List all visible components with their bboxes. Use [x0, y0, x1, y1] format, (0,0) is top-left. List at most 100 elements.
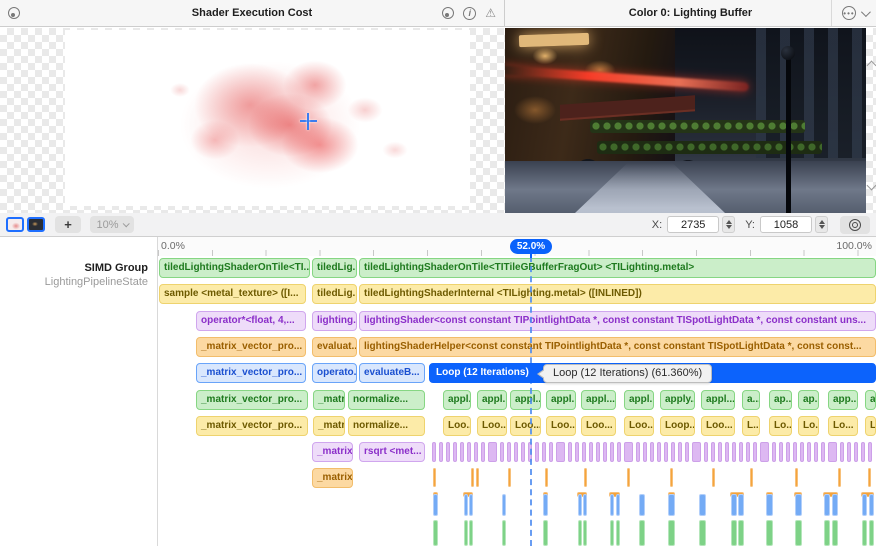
flame-segment[interactable]: L... — [865, 416, 876, 436]
scroll-down-icon[interactable] — [867, 181, 876, 191]
flame-segment[interactable]: appl... — [477, 390, 507, 410]
pipeline-state-name[interactable]: LightingPipelineState — [45, 276, 148, 288]
flame-segment[interactable]: Loo... — [477, 416, 507, 436]
flame-tick — [460, 442, 464, 462]
y-coordinate-field[interactable]: 1058 — [760, 216, 812, 233]
flame-segment[interactable]: _matrix... — [312, 468, 353, 488]
flame-tick — [535, 442, 539, 462]
flame-tick — [795, 494, 802, 516]
add-attachment-button[interactable]: + — [55, 216, 81, 233]
flame-tick — [732, 442, 736, 462]
more-options-icon[interactable]: ••• — [842, 6, 856, 20]
flame-segment[interactable]: normalize... — [348, 390, 425, 410]
flame-segment[interactable]: Lo... — [769, 416, 792, 436]
flame-segment[interactable]: _matrix... — [313, 416, 345, 436]
flame-segment[interactable]: operator*<float, 4,... — [196, 311, 306, 331]
flame-tick — [718, 442, 722, 462]
flame-segment[interactable]: L... — [742, 416, 760, 436]
flame-tick — [617, 442, 621, 462]
flame-segment[interactable]: Loo... — [624, 416, 654, 436]
flame-tick — [500, 442, 504, 462]
flame-segment[interactable]: Loop... — [660, 416, 695, 436]
chevron-down-icon[interactable] — [861, 7, 871, 17]
pixel-target-button[interactable] — [840, 216, 870, 234]
flame-segment[interactable]: tiledLightingShaderOnTile<TITileGBufferF… — [359, 258, 876, 278]
attachments-toolbar: + 10% X: 2735 Y: 1058 — [0, 213, 876, 237]
warning-icon[interactable]: ⚠ — [485, 7, 496, 20]
attachment-thumbnail-color0[interactable] — [27, 217, 45, 232]
flame-segment[interactable]: appl... — [581, 390, 616, 410]
flame-segment[interactable]: normalize... — [348, 416, 425, 436]
flame-segment[interactable]: lightingShaderHelper<const constant TIPo… — [359, 337, 876, 357]
flame-segment[interactable]: Lo... — [828, 416, 858, 436]
shader-cost-preview[interactable] — [0, 28, 505, 213]
y-coordinate-stepper[interactable] — [815, 216, 828, 233]
flame-tick — [670, 468, 673, 487]
flame-segment[interactable]: Loo... — [581, 416, 616, 436]
flame-segment[interactable]: sample <metal_texture> ([I... — [159, 284, 306, 304]
flame-segment[interactable]: Lo... — [798, 416, 819, 436]
flame-segment[interactable]: lightingShader<const constant TIPointlig… — [359, 311, 876, 331]
flame-segment[interactable]: tiledLightingShaderOnTile<TI... — [159, 258, 310, 278]
flame-segment[interactable]: ap... — [865, 390, 876, 410]
flame-segment[interactable]: Loo... — [510, 416, 541, 436]
flame-tick — [464, 494, 468, 516]
flame-segment[interactable]: ap... — [798, 390, 819, 410]
zoom-level-dropdown[interactable]: 10% — [90, 216, 134, 233]
x-coordinate-field[interactable]: 2735 — [667, 216, 719, 233]
flame-segment[interactable]: _matrix_vector_pro... — [196, 390, 308, 410]
flame-segment[interactable]: appl... — [443, 390, 471, 410]
flame-segment[interactable]: tiledLig... — [312, 284, 357, 304]
flame-segment[interactable]: Loo... — [701, 416, 735, 436]
flame-segment[interactable]: tiledLightingShaderInternal <TILighting.… — [359, 284, 876, 304]
flame-tick — [738, 494, 744, 516]
flame-segment[interactable]: rsqrt <met... — [359, 442, 425, 462]
flame-segment[interactable]: appl... — [546, 390, 576, 410]
x-coordinate-stepper[interactable] — [722, 216, 735, 233]
lighting-buffer-preview[interactable] — [505, 28, 876, 213]
flame-segment[interactable]: _matrix_vector_pro... — [196, 416, 308, 436]
flame-segment[interactable]: apply... — [660, 390, 695, 410]
flame-segment[interactable]: lighting... — [312, 311, 357, 331]
flame-segment[interactable]: appl... — [624, 390, 654, 410]
marker-icon[interactable] — [8, 7, 20, 19]
flame-tick — [476, 468, 479, 487]
flame-tick — [779, 442, 783, 462]
flame-segment[interactable]: Loo... — [546, 416, 576, 436]
flame-tick — [753, 442, 757, 462]
flame-tick — [543, 520, 548, 546]
flame-track[interactable]: tiledLightingShaderOnTile<TI...tiledLig.… — [158, 256, 876, 546]
flame-tick — [583, 494, 587, 516]
execution-cost-heatmap[interactable] — [65, 30, 470, 206]
flame-segment[interactable]: _matrix_vector_pro... — [196, 363, 306, 383]
flame-tick — [464, 520, 468, 546]
flame-segment[interactable]: appl... — [701, 390, 735, 410]
flame-segment[interactable]: _matrix_vector_pro... — [196, 337, 306, 357]
flame-tick — [699, 520, 706, 546]
flame-segment[interactable]: appl... — [510, 390, 541, 410]
flame-tick — [471, 468, 474, 487]
flame-segment[interactable]: evaluat... — [312, 337, 357, 357]
flame-segment[interactable]: _matrix... — [312, 442, 353, 462]
flame-segment[interactable]: app... — [828, 390, 858, 410]
info-icon[interactable]: i — [463, 7, 476, 20]
marker-icon[interactable] — [442, 7, 454, 19]
flame-tick — [469, 494, 473, 516]
scroll-up-icon[interactable] — [867, 61, 876, 71]
playhead-stub — [530, 252, 532, 258]
flame-segment[interactable]: a... — [742, 390, 760, 410]
lighting-buffer-image[interactable] — [505, 28, 866, 213]
flame-tick — [840, 442, 844, 462]
flame-segment[interactable]: _matrix... — [313, 390, 345, 410]
flame-segment[interactable]: ap... — [769, 390, 792, 410]
flame-tick — [514, 442, 518, 462]
simd-group-title: SIMD Group — [84, 262, 148, 274]
flame-segment[interactable]: Loo... — [443, 416, 471, 436]
attachment-thumbnail-cost[interactable] — [6, 217, 24, 232]
attachment-options[interactable]: ••• — [831, 0, 868, 26]
flame-segment[interactable]: tiledLig... — [312, 258, 357, 278]
playhead-line[interactable] — [530, 256, 532, 546]
flame-segment[interactable]: evaluateB... — [359, 363, 425, 383]
flame-tick — [807, 442, 811, 462]
flame-segment[interactable]: operato... — [312, 363, 357, 383]
